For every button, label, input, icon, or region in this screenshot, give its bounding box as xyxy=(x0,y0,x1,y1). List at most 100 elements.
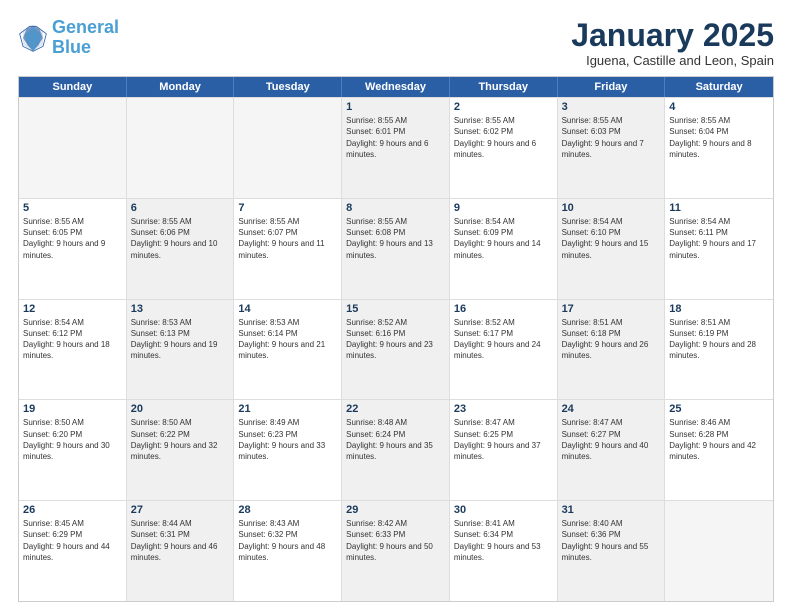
day-number: 12 xyxy=(23,303,122,315)
day-number: 8 xyxy=(346,202,445,214)
weekday-header-monday: Monday xyxy=(127,77,235,97)
sunset-text: Sunset: 6:01 PM xyxy=(346,126,445,137)
daylight-text: Daylight: 9 hours and 30 minutes. xyxy=(23,440,122,462)
daylight-text: Daylight: 9 hours and 53 minutes. xyxy=(454,541,553,563)
cal-cell-day-15: 15Sunrise: 8:52 AMSunset: 6:16 PMDayligh… xyxy=(342,300,450,400)
day-number: 15 xyxy=(346,303,445,315)
cal-cell-day-29: 29Sunrise: 8:42 AMSunset: 6:33 PMDayligh… xyxy=(342,501,450,601)
day-number: 25 xyxy=(669,403,769,415)
day-number: 10 xyxy=(562,202,661,214)
sunset-text: Sunset: 6:08 PM xyxy=(346,227,445,238)
header: General Blue January 2025 Iguena, Castil… xyxy=(18,18,774,68)
cal-cell-day-16: 16Sunrise: 8:52 AMSunset: 6:17 PMDayligh… xyxy=(450,300,558,400)
weekday-header-friday: Friday xyxy=(558,77,666,97)
daylight-text: Daylight: 9 hours and 48 minutes. xyxy=(238,541,337,563)
cal-cell-day-22: 22Sunrise: 8:48 AMSunset: 6:24 PMDayligh… xyxy=(342,400,450,500)
daylight-text: Daylight: 9 hours and 42 minutes. xyxy=(669,440,769,462)
logo-icon xyxy=(18,23,48,53)
location-subtitle: Iguena, Castille and Leon, Spain xyxy=(571,53,774,68)
title-block: January 2025 Iguena, Castille and Leon, … xyxy=(571,18,774,68)
cal-cell-day-5: 5Sunrise: 8:55 AMSunset: 6:05 PMDaylight… xyxy=(19,199,127,299)
cal-cell-day-7: 7Sunrise: 8:55 AMSunset: 6:07 PMDaylight… xyxy=(234,199,342,299)
day-number: 11 xyxy=(669,202,769,214)
sunrise-text: Sunrise: 8:55 AM xyxy=(562,115,661,126)
sunrise-text: Sunrise: 8:55 AM xyxy=(346,115,445,126)
sunset-text: Sunset: 6:05 PM xyxy=(23,227,122,238)
daylight-text: Daylight: 9 hours and 26 minutes. xyxy=(562,339,661,361)
sunrise-text: Sunrise: 8:46 AM xyxy=(669,417,769,428)
daylight-text: Daylight: 9 hours and 44 minutes. xyxy=(23,541,122,563)
daylight-text: Daylight: 9 hours and 15 minutes. xyxy=(562,238,661,260)
daylight-text: Daylight: 9 hours and 13 minutes. xyxy=(346,238,445,260)
day-number: 31 xyxy=(562,504,661,516)
cal-cell-empty-4-6 xyxy=(665,501,773,601)
day-number: 16 xyxy=(454,303,553,315)
daylight-text: Daylight: 9 hours and 8 minutes. xyxy=(669,138,769,160)
sunset-text: Sunset: 6:24 PM xyxy=(346,429,445,440)
calendar: SundayMondayTuesdayWednesdayThursdayFrid… xyxy=(18,76,774,602)
sunset-text: Sunset: 6:22 PM xyxy=(131,429,230,440)
cal-cell-day-3: 3Sunrise: 8:55 AMSunset: 6:03 PMDaylight… xyxy=(558,98,666,198)
cal-cell-empty-0-2 xyxy=(234,98,342,198)
sunrise-text: Sunrise: 8:51 AM xyxy=(669,317,769,328)
cal-cell-day-24: 24Sunrise: 8:47 AMSunset: 6:27 PMDayligh… xyxy=(558,400,666,500)
daylight-text: Daylight: 9 hours and 28 minutes. xyxy=(669,339,769,361)
sunset-text: Sunset: 6:19 PM xyxy=(669,328,769,339)
day-number: 24 xyxy=(562,403,661,415)
cal-cell-day-8: 8Sunrise: 8:55 AMSunset: 6:08 PMDaylight… xyxy=(342,199,450,299)
sunset-text: Sunset: 6:09 PM xyxy=(454,227,553,238)
weekday-header-tuesday: Tuesday xyxy=(234,77,342,97)
daylight-text: Daylight: 9 hours and 10 minutes. xyxy=(131,238,230,260)
day-number: 1 xyxy=(346,101,445,113)
daylight-text: Daylight: 9 hours and 19 minutes. xyxy=(131,339,230,361)
day-number: 18 xyxy=(669,303,769,315)
sunset-text: Sunset: 6:25 PM xyxy=(454,429,553,440)
day-number: 4 xyxy=(669,101,769,113)
weekday-header-thursday: Thursday xyxy=(450,77,558,97)
daylight-text: Daylight: 9 hours and 23 minutes. xyxy=(346,339,445,361)
sunrise-text: Sunrise: 8:55 AM xyxy=(131,216,230,227)
day-number: 9 xyxy=(454,202,553,214)
sunrise-text: Sunrise: 8:54 AM xyxy=(669,216,769,227)
cal-cell-day-1: 1 Sunrise: 8:55 AMSunset: 6:01 PMDaylight… xyxy=(342,98,450,198)
weekday-header-saturday: Saturday xyxy=(665,77,773,97)
cal-cell-day-30: 30Sunrise: 8:41 AMSunset: 6:34 PMDayligh… xyxy=(450,501,558,601)
day-number: 21 xyxy=(238,403,337,415)
cal-cell-day-12: 12Sunrise: 8:54 AMSunset: 6:12 PMDayligh… xyxy=(19,300,127,400)
daylight-text: Daylight: 9 hours and 55 minutes. xyxy=(562,541,661,563)
daylight-text: Daylight: 9 hours and 18 minutes. xyxy=(23,339,122,361)
sunrise-text: Sunrise: 8:47 AM xyxy=(562,417,661,428)
sunrise-text: Sunrise: 8:50 AM xyxy=(23,417,122,428)
sunrise-text: Sunrise: 8:50 AM xyxy=(131,417,230,428)
day-number: 23 xyxy=(454,403,553,415)
cal-cell-empty-0-0 xyxy=(19,98,127,198)
sunrise-text: Sunrise: 8:55 AM xyxy=(669,115,769,126)
daylight-text: Daylight: 9 hours and 6 minutes. xyxy=(346,138,445,160)
cal-cell-day-9: 9Sunrise: 8:54 AMSunset: 6:09 PMDaylight… xyxy=(450,199,558,299)
sunset-text: Sunset: 6:32 PM xyxy=(238,529,337,540)
calendar-header: SundayMondayTuesdayWednesdayThursdayFrid… xyxy=(19,77,773,97)
sunset-text: Sunset: 6:12 PM xyxy=(23,328,122,339)
sunrise-text: Sunrise: 8:55 AM xyxy=(454,115,553,126)
cal-cell-day-31: 31Sunrise: 8:40 AMSunset: 6:36 PMDayligh… xyxy=(558,501,666,601)
daylight-text: Daylight: 9 hours and 7 minutes. xyxy=(562,138,661,160)
sunset-text: Sunset: 6:11 PM xyxy=(669,227,769,238)
sunrise-text: Sunrise: 8:44 AM xyxy=(131,518,230,529)
cal-cell-day-13: 13Sunrise: 8:53 AMSunset: 6:13 PMDayligh… xyxy=(127,300,235,400)
day-number: 27 xyxy=(131,504,230,516)
sunset-text: Sunset: 6:29 PM xyxy=(23,529,122,540)
day-number: 6 xyxy=(131,202,230,214)
cal-cell-day-23: 23Sunrise: 8:47 AMSunset: 6:25 PMDayligh… xyxy=(450,400,558,500)
cal-cell-day-4: 4Sunrise: 8:55 AMSunset: 6:04 PMDaylight… xyxy=(665,98,773,198)
daylight-text: Daylight: 9 hours and 40 minutes. xyxy=(562,440,661,462)
sunrise-text: Sunrise: 8:42 AM xyxy=(346,518,445,529)
sunrise-text: Sunrise: 8:55 AM xyxy=(23,216,122,227)
daylight-text: Daylight: 9 hours and 32 minutes. xyxy=(131,440,230,462)
daylight-text: Daylight: 9 hours and 21 minutes. xyxy=(238,339,337,361)
daylight-text: Daylight: 9 hours and 33 minutes. xyxy=(238,440,337,462)
cal-cell-day-6: 6 Sunrise: 8:55 AMSunset: 6:06 PMDaylight… xyxy=(127,199,235,299)
daylight-text: Daylight: 9 hours and 11 minutes. xyxy=(238,238,337,260)
daylight-text: Daylight: 9 hours and 46 minutes. xyxy=(131,541,230,563)
sunset-text: Sunset: 6:06 PM xyxy=(131,227,230,238)
cal-cell-day-27: 27Sunrise: 8:44 AMSunset: 6:31 PMDayligh… xyxy=(127,501,235,601)
